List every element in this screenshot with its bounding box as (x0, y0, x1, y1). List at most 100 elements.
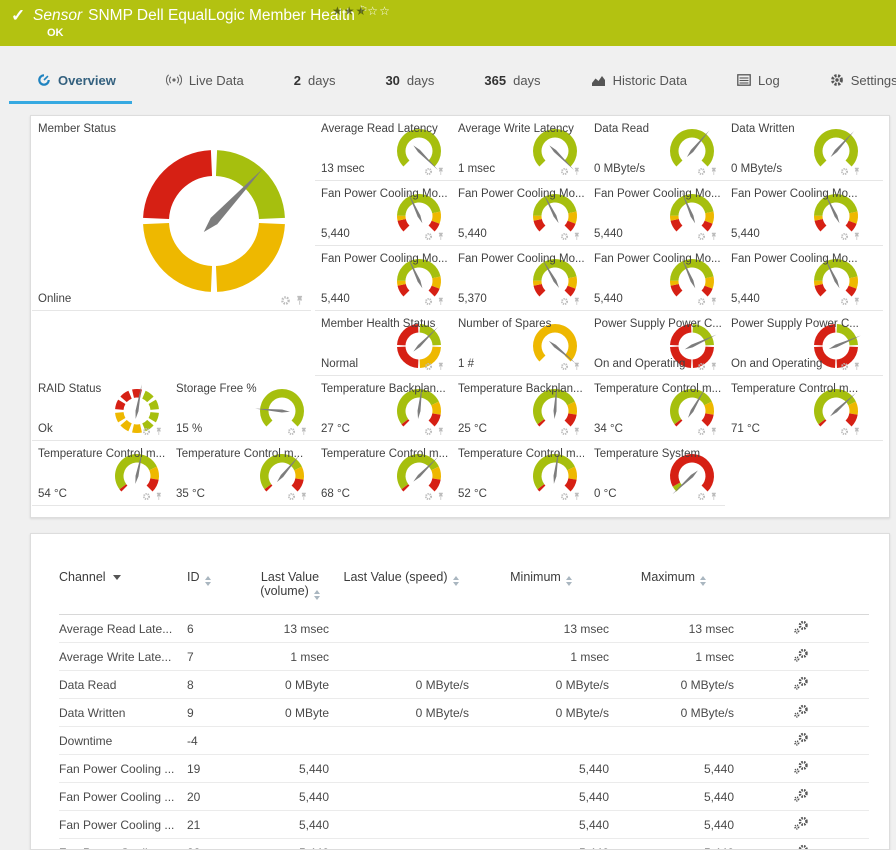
gauge-cell-fan-power-cooling-5[interactable]: Fan Power Cooling Mo...5,440 (315, 249, 452, 311)
channel-name[interactable]: Average Write Late... (59, 643, 187, 671)
edit-channel-gear-icon[interactable] (793, 816, 810, 831)
gear-icon[interactable] (424, 492, 433, 501)
pin-icon[interactable] (853, 167, 861, 176)
column-header-maximum[interactable]: Maximum (611, 570, 736, 615)
pin-icon[interactable] (710, 492, 718, 501)
priority-star[interactable]: ☆ (367, 4, 379, 18)
gauge-cell-average-read-latency[interactable]: Average Read Latency13 msec (315, 119, 452, 181)
gear-icon[interactable] (560, 297, 569, 306)
gauge-cell-power-supply-2[interactable]: Power Supply Power C...On and Operating (725, 314, 883, 376)
pin-icon[interactable] (437, 232, 445, 241)
gear-icon[interactable] (424, 167, 433, 176)
channel-name[interactable]: Data Read (59, 671, 187, 699)
gear-icon[interactable] (840, 427, 849, 436)
edit-channel-gear-icon[interactable] (793, 760, 810, 775)
pin-icon[interactable] (710, 297, 718, 306)
gauge-cell-temperature-control-3[interactable]: Temperature Control m...54 °C (32, 444, 170, 506)
gauge-cell-temperature-backplane-2[interactable]: Temperature Backplan...25 °C (452, 379, 588, 441)
tab-live-data[interactable]: Live Data (164, 57, 246, 103)
tab-historic-data[interactable]: Historic Data (589, 57, 689, 103)
priority-stars[interactable]: ★★★☆☆ (332, 4, 391, 18)
gear-icon[interactable] (560, 167, 569, 176)
pin-icon[interactable] (295, 295, 304, 306)
gauge-cell-storage-free[interactable]: Storage Free %15 % (170, 379, 315, 441)
priority-star[interactable]: ☆ (379, 4, 391, 18)
gauge-cell-power-supply-1[interactable]: Power Supply Power C...On and Operating (588, 314, 725, 376)
gauge-cell-raid-status[interactable]: RAID StatusOk (32, 379, 170, 441)
tab-log[interactable]: Log (735, 57, 782, 103)
edit-channel-gear-icon[interactable] (793, 732, 810, 747)
gear-icon[interactable] (560, 427, 569, 436)
gauge-cell-temperature-backplane-1[interactable]: Temperature Backplan...27 °C (315, 379, 452, 441)
gauge-cell-fan-power-cooling-2[interactable]: Fan Power Cooling Mo...5,440 (452, 184, 588, 246)
gear-icon[interactable] (560, 492, 569, 501)
pin-icon[interactable] (437, 362, 445, 371)
pin-icon[interactable] (155, 492, 163, 501)
pin-icon[interactable] (155, 427, 163, 436)
gear-icon[interactable] (840, 362, 849, 371)
channel-name[interactable]: Fan Power Cooling ... (59, 811, 187, 839)
pin-icon[interactable] (437, 492, 445, 501)
channel-edit-cell[interactable] (736, 727, 869, 755)
channel-edit-cell[interactable] (736, 811, 869, 839)
edit-channel-gear-icon[interactable] (793, 788, 810, 803)
pin-icon[interactable] (710, 167, 718, 176)
channel-edit-cell[interactable] (736, 615, 869, 643)
gauge-cell-temperature-system[interactable]: Temperature System0 °C (588, 444, 725, 506)
gauge-cell-fan-power-cooling-4[interactable]: Fan Power Cooling Mo...5,440 (725, 184, 883, 246)
pin-icon[interactable] (437, 167, 445, 176)
gear-icon[interactable] (142, 492, 151, 501)
channel-edit-cell[interactable] (736, 755, 869, 783)
channel-name[interactable]: Fan Power Cooling ... (59, 839, 187, 850)
channel-name[interactable]: Fan Power Cooling ... (59, 755, 187, 783)
channel-name[interactable]: Downtime (59, 727, 187, 755)
tab-settings[interactable]: Settings (828, 57, 896, 103)
channel-edit-cell[interactable] (736, 699, 869, 727)
gauge-cell-data-written[interactable]: Data Written0 MByte/s (725, 119, 883, 181)
pin-icon[interactable] (573, 492, 581, 501)
channel-name[interactable]: Data Written (59, 699, 187, 727)
pin-icon[interactable] (710, 427, 718, 436)
column-header-last-value-speed-[interactable]: Last Value (speed) (331, 570, 471, 615)
gear-icon[interactable] (560, 232, 569, 241)
column-header-minimum[interactable]: Minimum (471, 570, 611, 615)
gauge-cell-data-read[interactable]: Data Read0 MByte/s (588, 119, 725, 181)
pin-icon[interactable] (437, 427, 445, 436)
column-header-id[interactable]: ID (187, 570, 249, 615)
pin-icon[interactable] (573, 232, 581, 241)
pin-icon[interactable] (437, 297, 445, 306)
gear-icon[interactable] (840, 167, 849, 176)
gauge-cell-temperature-control-5[interactable]: Temperature Control m...68 °C (315, 444, 452, 506)
tab-2-days[interactable]: 2days (292, 57, 338, 103)
pin-icon[interactable] (853, 362, 861, 371)
gauge-cell-fan-power-cooling-1[interactable]: Fan Power Cooling Mo...5,440 (315, 184, 452, 246)
column-header-last-value-volume-[interactable]: Last Value (volume) (249, 570, 331, 615)
column-header-channel[interactable]: Channel (59, 570, 187, 615)
gauge-cell-temperature-control-6[interactable]: Temperature Control m...52 °C (452, 444, 588, 506)
pin-icon[interactable] (300, 427, 308, 436)
gear-icon[interactable] (287, 492, 296, 501)
channel-name[interactable]: Average Read Late... (59, 615, 187, 643)
gear-icon[interactable] (280, 295, 291, 306)
edit-channel-gear-icon[interactable] (793, 704, 810, 719)
gear-icon[interactable] (840, 232, 849, 241)
channel-edit-cell[interactable] (736, 643, 869, 671)
gauge-cell-fan-power-cooling-8[interactable]: Fan Power Cooling Mo...5,440 (725, 249, 883, 311)
gauge-cell-member-status[interactable]: Member StatusOnline (32, 119, 311, 311)
gauge-cell-temperature-control-4[interactable]: Temperature Control m...35 °C (170, 444, 315, 506)
priority-star[interactable]: ★ (356, 4, 368, 18)
gear-icon[interactable] (840, 297, 849, 306)
gear-icon[interactable] (697, 167, 706, 176)
pin-icon[interactable] (573, 167, 581, 176)
gauge-cell-temperature-control-1[interactable]: Temperature Control m...34 °C (588, 379, 725, 441)
pin-icon[interactable] (853, 232, 861, 241)
tab-365-days[interactable]: 365days (482, 57, 542, 103)
pin-icon[interactable] (710, 232, 718, 241)
gear-icon[interactable] (142, 427, 151, 436)
pin-icon[interactable] (573, 297, 581, 306)
gear-icon[interactable] (697, 427, 706, 436)
pin-icon[interactable] (573, 427, 581, 436)
tab-30-days[interactable]: 30days (383, 57, 436, 103)
gear-icon[interactable] (424, 362, 433, 371)
gear-icon[interactable] (697, 492, 706, 501)
